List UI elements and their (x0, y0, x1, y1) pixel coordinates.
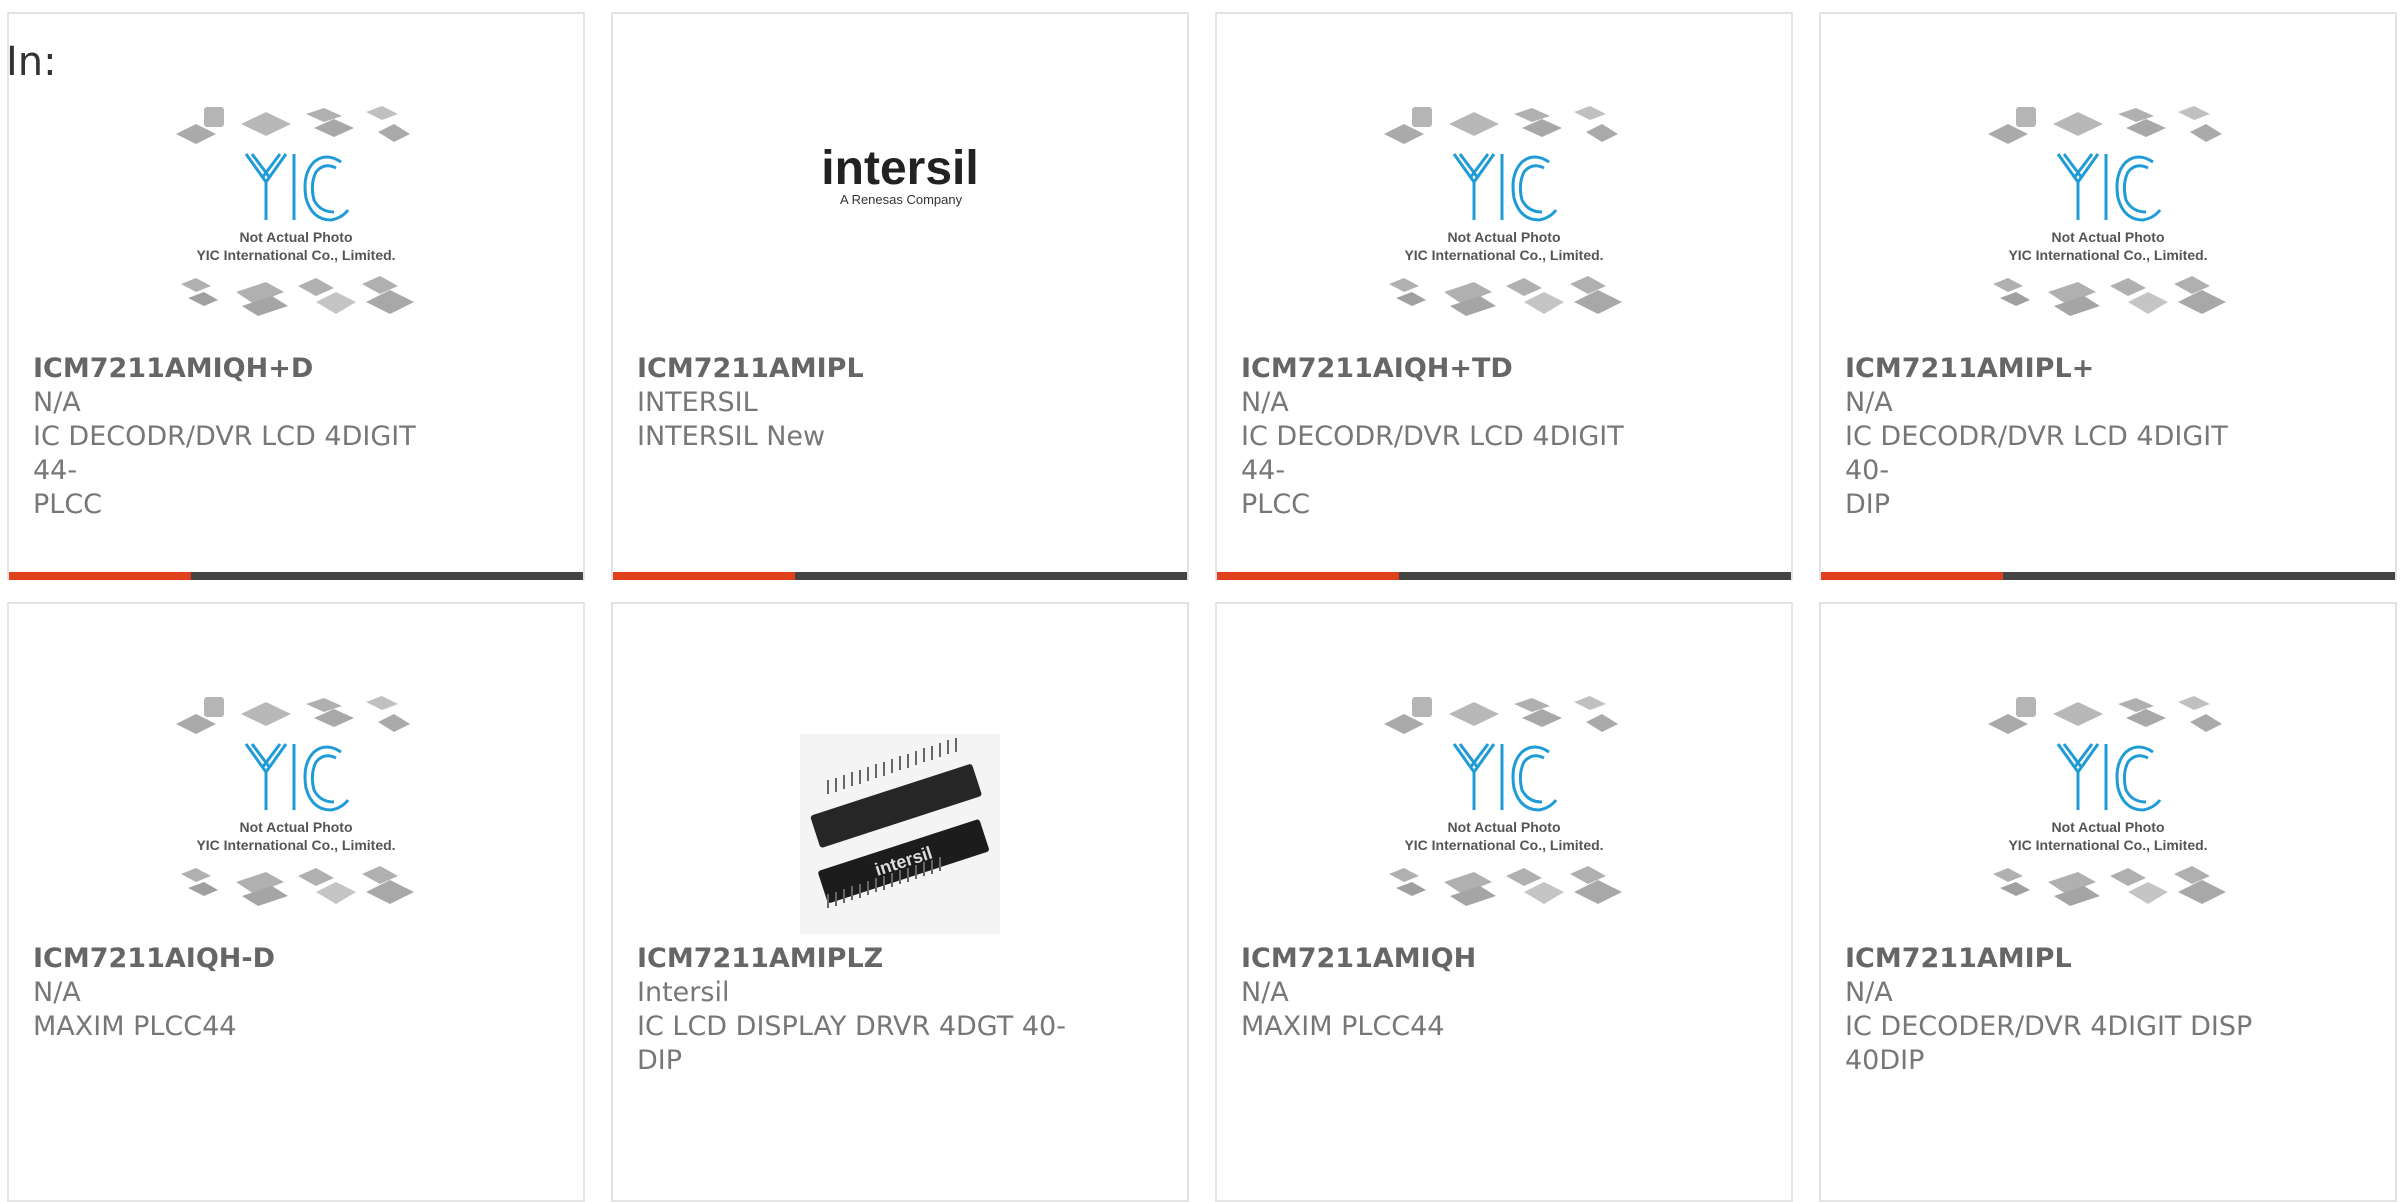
manufacturer-text: N/A (1845, 977, 1893, 1008)
part-number-link[interactable]: ICM7211AMIPL+ (1845, 352, 2275, 386)
svg-text:intersil: intersil (821, 142, 978, 195)
product-image[interactable]: Not Actual Photo YIC International Co., … (1821, 692, 2395, 952)
product-card[interactable]: Not Actual Photo YIC International Co., … (1215, 12, 1793, 580)
svg-text:A Renesas Company: A Renesas Company (840, 192, 963, 207)
svg-text:Not Actual Photo: Not Actual Photo (1447, 229, 1560, 245)
card-bottom-bar (1217, 572, 1791, 580)
product-card[interactable]: Not Actual Photo YIC International Co., … (1819, 12, 2397, 580)
description-text: IC DECODR/DVR LCD 4DIGIT 44- (1241, 421, 1624, 486)
product-info: ICM7211AIQH-D N/A MAXIM PLCC44 (33, 942, 463, 1044)
chip-photo: intersil (800, 734, 1000, 934)
description-text: IC DECODER/DVR 4DIGIT DISP (1845, 1011, 2253, 1042)
card-accent-bar (613, 572, 795, 580)
product-info: ICM7211AIQH+TD N/A IC DECODR/DVR LCD 4DIGI… (1241, 352, 1671, 522)
yic-logo-icon (1452, 743, 1558, 812)
part-number-link[interactable]: ICM7211AIQH+TD (1241, 352, 1671, 386)
product-info: ICM7211AMIPL INTERSIL INTERSIL New (637, 352, 1067, 454)
manufacturer-text: INTERSIL (637, 387, 758, 418)
svg-text:YIC International Co., Limited: YIC International Co., Limited. (1404, 247, 1603, 263)
part-number-link[interactable]: ICM7211AMIPL (637, 352, 1067, 386)
description-text-cont: DIP (1845, 489, 1891, 520)
part-number-link[interactable]: ICM7211AMIPL (1845, 942, 2275, 976)
card-accent-bar (9, 572, 191, 580)
svg-text:Not Actual Photo: Not Actual Photo (2051, 229, 2164, 245)
product-info: ICM7211AMIQH+D N/A IC DECODR/DVR LCD 4DIGI… (33, 352, 463, 522)
product-image[interactable]: Not Actual Photo YIC International Co., … (1217, 102, 1791, 362)
product-image[interactable]: Not Actual Photo YIC International Co., … (9, 692, 583, 952)
product-image[interactable]: Not Actual Photo YIC International Co., … (1217, 692, 1791, 952)
description-text-cont: 40DIP (1845, 1045, 1925, 1076)
product-info: ICM7211AMIQH N/A MAXIM PLCC44 (1241, 942, 1671, 1044)
product-info: ICM7211AMIPL+ N/A IC DECODR/DVR LCD 4DIGIT… (1845, 352, 2275, 522)
intersil-logo: intersil A Renesas Company (821, 142, 978, 207)
yic-logo-icon (244, 743, 350, 812)
card-accent-bar (1821, 572, 2003, 580)
yic-logo-icon (2056, 153, 2162, 222)
svg-text:YIC International Co., Limited: YIC International Co., Limited. (2008, 247, 2207, 263)
product-card[interactable]: intersil ICM7211AMIPLZ Intersil IC LCD DIS… (611, 602, 1189, 1202)
description-text: IC DECODR/DVR LCD 4DIGIT 44- (33, 421, 416, 486)
part-number-link[interactable]: ICM7211AMIQH+D (33, 352, 463, 386)
manufacturer-text: N/A (33, 387, 81, 418)
manufacturer-text: N/A (1241, 387, 1289, 418)
not-actual-photo-placeholder: Not Actual Photo YIC International Co., … (1988, 696, 2226, 906)
product-card[interactable]: Not Actual Photo YIC International Co., … (1215, 602, 1793, 1202)
product-card[interactable]: Not Actual Photo YIC International Co., … (1819, 602, 2397, 1202)
part-number-link[interactable]: ICM7211AMIPLZ (637, 942, 1067, 976)
description-text: MAXIM PLCC44 (33, 1011, 237, 1042)
description-text: IC LCD DISPLAY DRVR 4DGT 40- (637, 1011, 1066, 1042)
description-text-cont: PLCC (33, 489, 103, 520)
product-image[interactable]: Not Actual Photo YIC International Co., … (1821, 102, 2395, 362)
description-text-cont: DIP (637, 1045, 683, 1076)
yic-logo-icon (244, 153, 350, 222)
card-bottom-bar (9, 572, 583, 580)
product-info: ICM7211AMIPLZ Intersil IC LCD DISPLAY DRVR… (637, 942, 1067, 1078)
not-actual-photo-placeholder: Not Actual Photo YIC International Co., … (1384, 696, 1622, 906)
description-text: IC DECODR/DVR LCD 4DIGIT 40- (1845, 421, 2228, 486)
card-bottom-bar (1821, 572, 2395, 580)
svg-text:YIC International Co., Limited: YIC International Co., Limited. (196, 837, 395, 853)
part-number-link[interactable]: ICM7211AMIQH (1241, 942, 1671, 976)
manufacturer-text: N/A (1241, 977, 1289, 1008)
not-actual-photo-placeholder: Not Actual Photo YIC International Co., … (1384, 106, 1622, 316)
svg-text:YIC International Co., Limited: YIC International Co., Limited. (1404, 837, 1603, 853)
card-bottom-bar (613, 572, 1187, 580)
manufacturer-text: Intersil (637, 977, 730, 1008)
not-actual-photo-placeholder: Not Actual Photo YIC International Co., … (1988, 106, 2226, 316)
manufacturer-text: N/A (33, 977, 81, 1008)
description-text: INTERSIL New (637, 421, 826, 452)
product-card[interactable]: Not Actual Photo YIC International Co., … (7, 12, 585, 580)
yic-logo-icon (1452, 153, 1558, 222)
svg-text:Not Actual Photo: Not Actual Photo (1447, 819, 1560, 835)
product-card[interactable]: intersil A Renesas Company ICM7211AMIPL I… (611, 12, 1189, 580)
product-card[interactable]: Not Actual Photo YIC International Co., … (7, 602, 585, 1202)
yic-logo-icon (2056, 743, 2162, 812)
svg-text:YIC International Co., Limited: YIC International Co., Limited. (2008, 837, 2207, 853)
svg-text:Not Actual Photo: Not Actual Photo (239, 229, 352, 245)
card-accent-bar (1217, 572, 1399, 580)
not-actual-photo-placeholder: Not Actual Photo YIC International Co., … (176, 106, 414, 316)
svg-text:YIC International Co., Limited: YIC International Co., Limited. (196, 247, 395, 263)
description-text-cont: PLCC (1241, 489, 1311, 520)
part-number-link[interactable]: ICM7211AIQH-D (33, 942, 463, 976)
svg-text:Not Actual Photo: Not Actual Photo (239, 819, 352, 835)
manufacturer-text: N/A (1845, 387, 1893, 418)
svg-text:Not Actual Photo: Not Actual Photo (2051, 819, 2164, 835)
description-text: MAXIM PLCC44 (1241, 1011, 1445, 1042)
product-image[interactable]: Not Actual Photo YIC International Co., … (9, 102, 583, 362)
in-label: In: (6, 39, 57, 85)
not-actual-photo-placeholder: Not Actual Photo YIC International Co., … (176, 696, 414, 906)
product-info: ICM7211AMIPL N/A IC DECODER/DVR 4DIGIT DIS… (1845, 942, 2275, 1078)
